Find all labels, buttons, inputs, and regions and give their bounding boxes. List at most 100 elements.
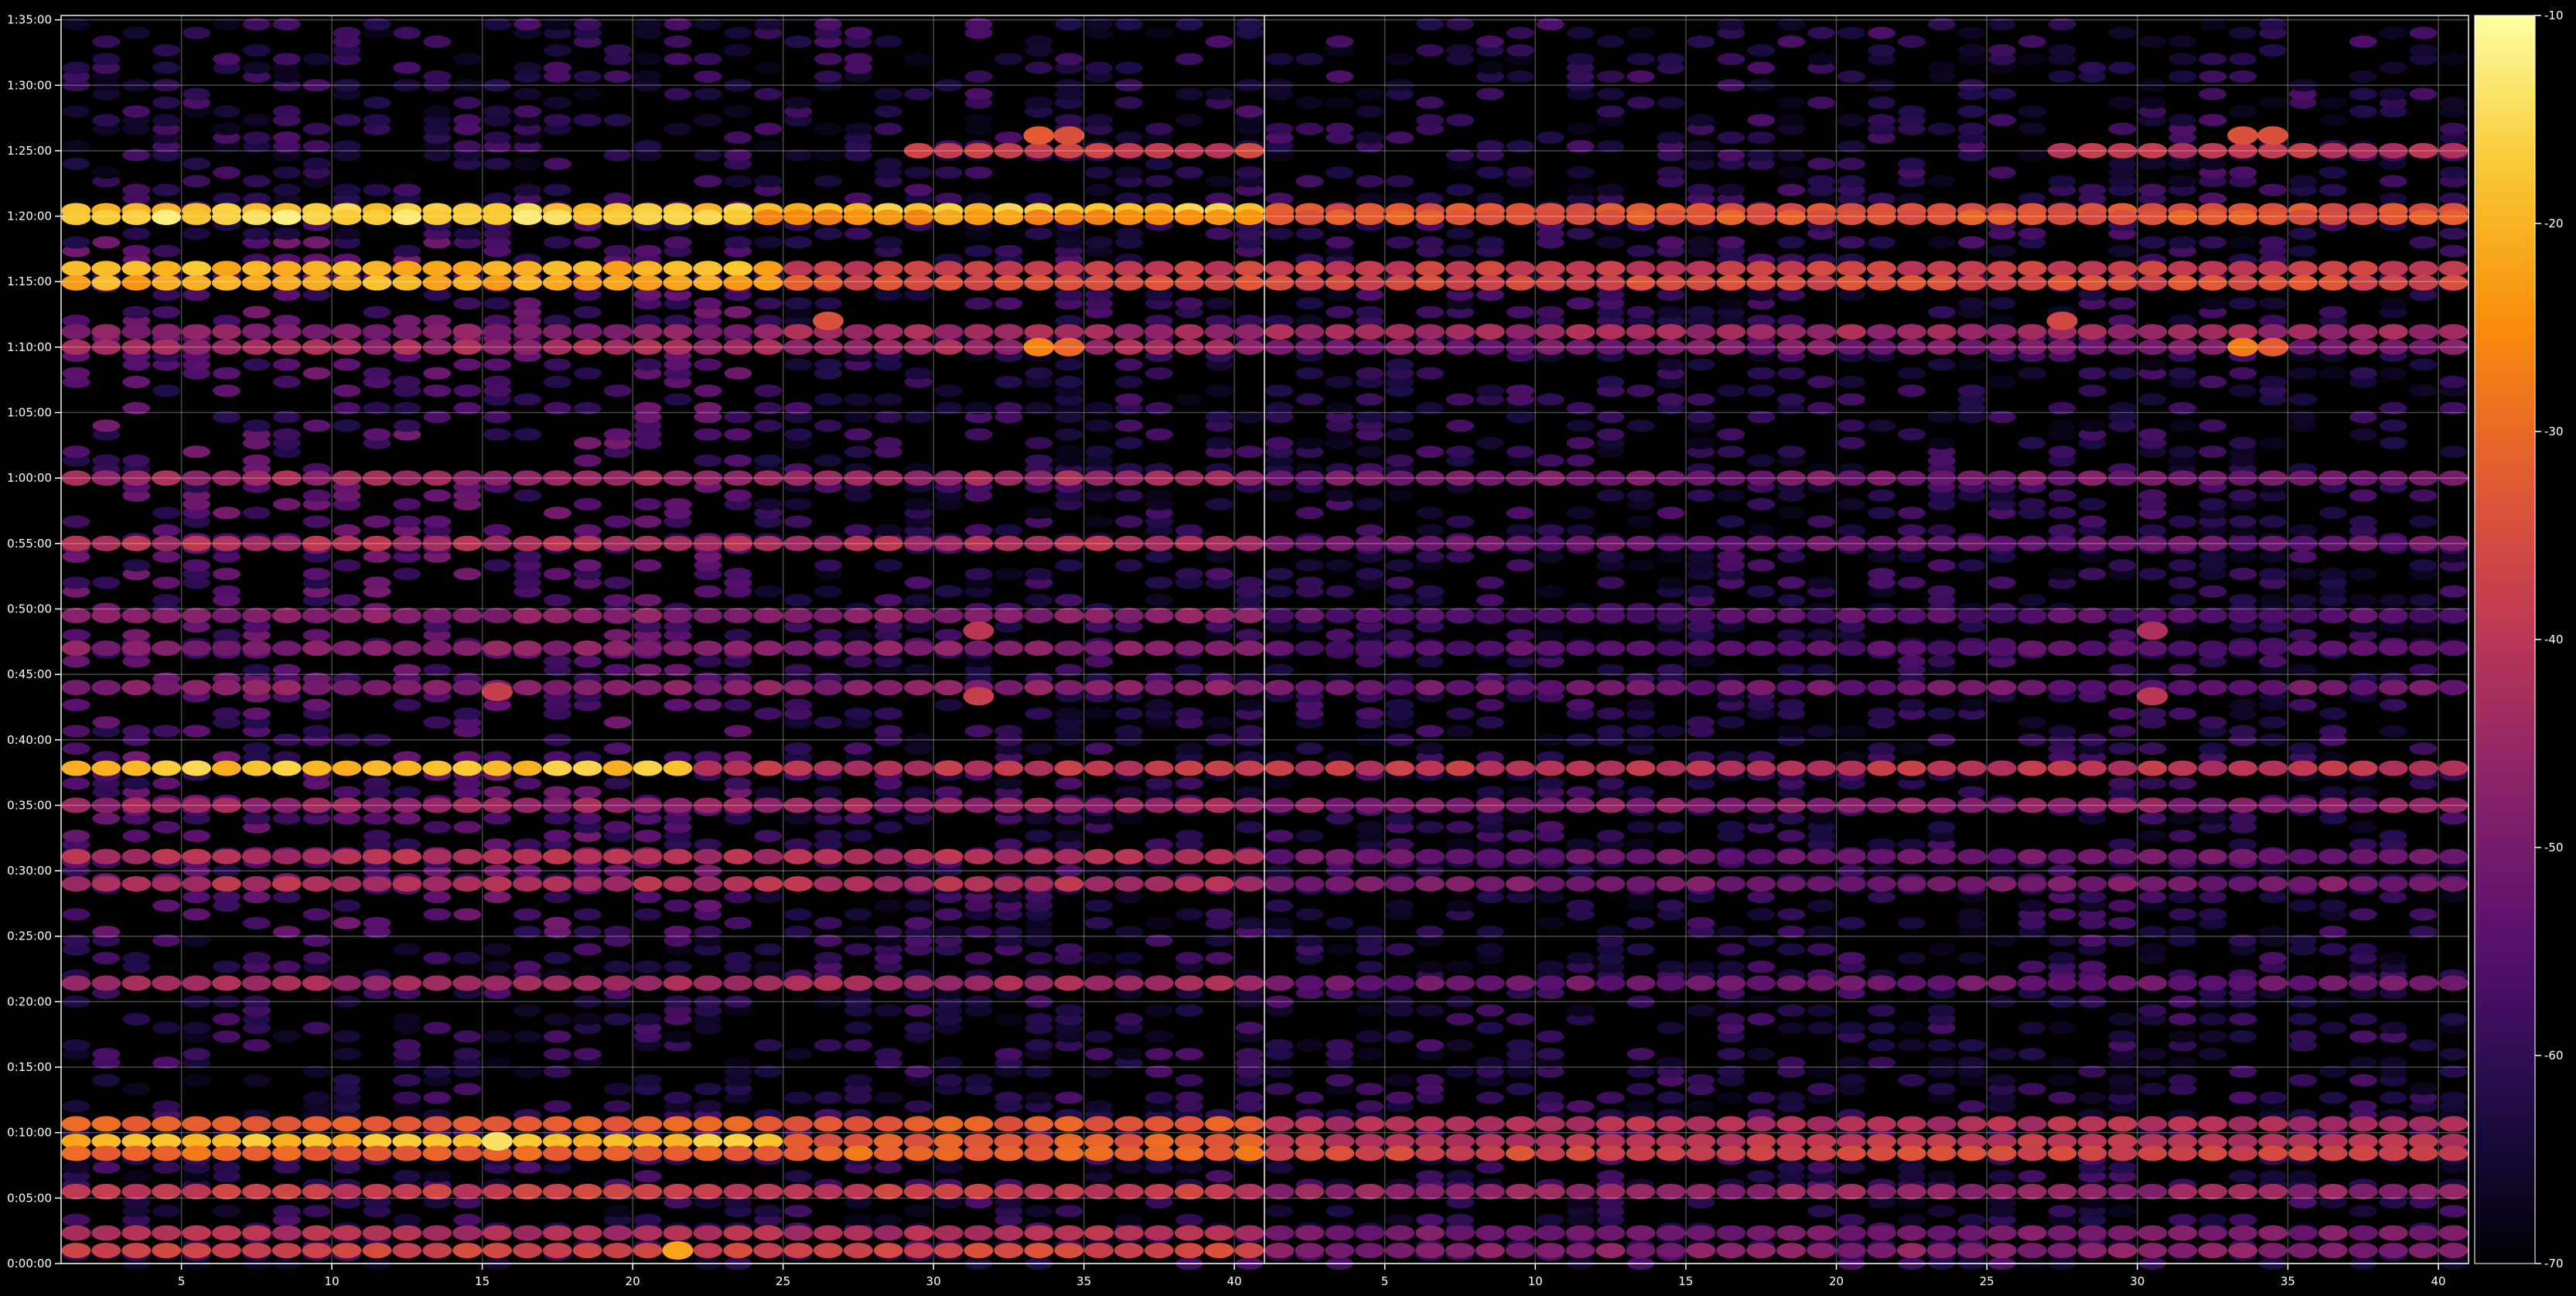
heatmap-cell xyxy=(543,236,571,249)
heatmap-cell xyxy=(1595,275,1626,291)
heatmap-cell xyxy=(754,175,783,188)
heatmap-cell xyxy=(1595,640,1626,657)
heatmap-cell xyxy=(664,35,692,48)
heatmap-cell xyxy=(212,640,241,657)
heatmap-cell xyxy=(212,210,241,225)
heatmap-cell xyxy=(1957,297,1986,310)
heatmap-cell xyxy=(573,908,602,921)
heatmap-cell xyxy=(1626,943,1655,956)
heatmap-cell xyxy=(1145,550,1173,563)
heatmap-cell xyxy=(633,515,662,528)
heatmap-cell xyxy=(61,275,91,291)
heatmap-cell xyxy=(573,655,602,668)
heatmap-cell xyxy=(2408,608,2438,623)
heatmap-cell xyxy=(1265,777,1294,790)
heatmap-cell xyxy=(1476,166,1504,179)
heatmap-cell xyxy=(1325,275,1355,291)
heatmap-cell xyxy=(152,384,181,397)
heatmap-cell xyxy=(302,324,332,340)
heatmap-cell xyxy=(2199,114,2227,127)
heatmap-cell xyxy=(1987,576,2016,589)
heatmap-cell xyxy=(2229,367,2257,380)
heatmap-cell xyxy=(1656,53,1685,66)
heatmap-cell xyxy=(2199,891,2227,903)
heatmap-cell xyxy=(753,608,783,623)
heatmap-cell xyxy=(603,1013,632,1025)
heatmap-cell xyxy=(1595,680,1626,696)
heatmap-cell xyxy=(603,384,632,397)
heatmap-cell xyxy=(1897,428,1926,441)
heatmap-cell xyxy=(271,210,302,225)
heatmap-cell xyxy=(723,261,753,277)
heatmap-cell xyxy=(242,131,271,144)
heatmap-cell xyxy=(1205,908,1233,921)
heatmap-cell xyxy=(873,680,903,696)
heatmap-cell xyxy=(333,899,361,912)
heatmap-cell xyxy=(1896,680,1926,696)
heatmap-cell xyxy=(1476,891,1504,903)
heatmap-cell xyxy=(2378,608,2408,623)
heatmap-cell xyxy=(1386,698,1414,711)
heatmap-cell xyxy=(573,305,602,319)
heatmap-cell xyxy=(754,419,783,432)
heatmap-cell xyxy=(904,916,933,929)
heatmap-cell xyxy=(1927,122,1956,135)
heatmap-cell xyxy=(1325,680,1355,696)
heatmap-cell xyxy=(2199,70,2227,83)
heatmap-cell xyxy=(1987,87,2016,101)
heatmap-cell xyxy=(633,358,662,371)
heatmap-cell xyxy=(874,393,902,406)
heatmap-cell xyxy=(1807,640,1837,657)
heatmap-cell xyxy=(1716,640,1746,657)
heatmap-cell xyxy=(2168,70,2197,83)
heatmap-cell xyxy=(724,428,752,441)
heatmap-cell xyxy=(213,1030,241,1043)
heatmap-cell xyxy=(784,96,813,109)
heatmap-cell xyxy=(543,568,571,581)
heatmap-cell xyxy=(874,1048,902,1061)
heatmap-cell xyxy=(242,358,271,371)
heatmap-cell xyxy=(2439,166,2468,179)
heatmap-cell xyxy=(1927,1004,1956,1017)
heatmap-cell xyxy=(1926,324,1957,340)
heatmap-cell xyxy=(1114,952,1143,964)
heatmap-cell xyxy=(1416,1170,1445,1183)
heatmap-cell xyxy=(1476,716,1504,729)
heatmap-cell xyxy=(423,35,452,48)
heatmap-cell xyxy=(1536,393,1564,406)
heatmap-cell xyxy=(61,640,91,657)
heatmap-cell xyxy=(393,1170,421,1183)
heatmap-cell xyxy=(122,227,151,240)
heatmap-cell xyxy=(1807,1004,1836,1017)
heatmap-cell xyxy=(152,640,182,657)
heatmap-cell xyxy=(212,261,241,277)
heatmap-cell xyxy=(152,305,181,319)
heatmap-cell xyxy=(1295,393,1324,406)
heatmap-cell xyxy=(92,53,121,66)
heatmap-cell xyxy=(452,608,483,623)
heatmap-cell xyxy=(121,608,152,623)
heatmap-cell xyxy=(483,428,511,441)
heatmap-cell xyxy=(2138,742,2167,755)
heatmap-cell xyxy=(1025,568,1053,581)
heatmap-cell xyxy=(393,1039,421,1052)
heatmap-cell xyxy=(2349,70,2377,83)
heatmap-cell xyxy=(1264,210,1295,225)
heatmap-cell xyxy=(542,210,572,225)
heatmap-cell xyxy=(1446,820,1474,834)
heatmap-cell xyxy=(784,1170,813,1183)
heatmap-cell xyxy=(904,1100,933,1113)
heatmap-cell xyxy=(874,725,902,738)
heatmap-cell xyxy=(2318,608,2348,623)
heatmap-cell xyxy=(723,210,753,225)
heatmap-cell xyxy=(363,305,391,319)
heatmap-cell xyxy=(1235,820,1264,834)
heatmap-cell xyxy=(1807,943,1836,956)
heatmap-cell xyxy=(393,26,421,39)
heatmap-cell xyxy=(333,419,361,432)
heatmap-cell xyxy=(242,812,271,825)
heatmap-cell xyxy=(2078,891,2107,903)
heatmap-cell xyxy=(152,777,181,790)
heatmap-cell xyxy=(2288,175,2317,188)
heatmap-cell xyxy=(92,454,121,467)
